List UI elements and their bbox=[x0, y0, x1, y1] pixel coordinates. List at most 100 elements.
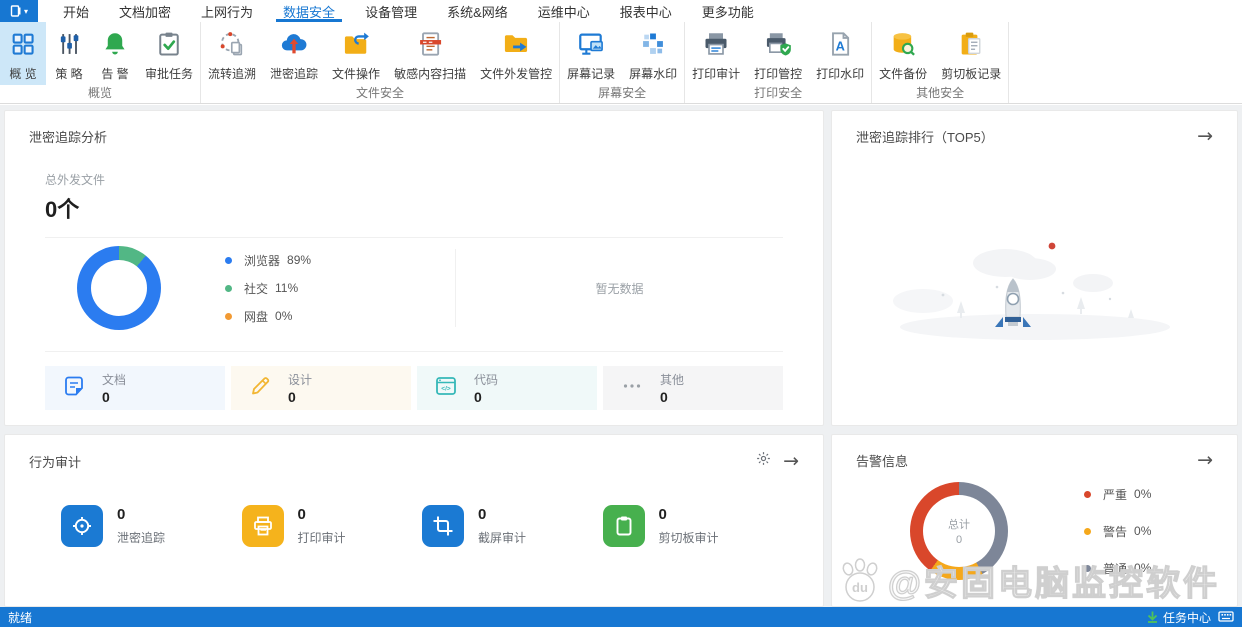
card-value: 0 bbox=[660, 389, 668, 405]
ribbon-button-file-backup[interactable]: 文件备份 bbox=[872, 22, 934, 85]
code-window-icon: </> bbox=[434, 374, 458, 403]
card-code[interactable]: </> 代码 0 bbox=[417, 366, 597, 410]
ribbon-button-print-watermark[interactable]: A 打印水印 bbox=[809, 22, 871, 85]
legend-item: 普通 0% bbox=[1084, 560, 1151, 577]
panel-title: 告警信息 bbox=[856, 454, 909, 469]
legend-dot bbox=[1084, 527, 1091, 535]
tab-start[interactable]: 开始 bbox=[48, 0, 104, 22]
ribbon-button-screen-watermark[interactable]: 屏幕水印 bbox=[622, 22, 684, 85]
legend-pct: 0% bbox=[1134, 524, 1152, 538]
design-pencil-icon bbox=[248, 374, 272, 403]
empty-data-text: 暂无数据 bbox=[595, 281, 644, 296]
ribbon-button-alert[interactable]: 告 警 bbox=[92, 22, 138, 85]
audit-label: 截屏审计 bbox=[478, 531, 527, 545]
audit-item-print-audit[interactable]: 0 打印审计 bbox=[241, 505, 423, 547]
ribbon-button-label: 策 略 bbox=[55, 67, 83, 81]
legend-item: 浏览器 89% bbox=[225, 252, 385, 269]
card-design[interactable]: 设计 0 bbox=[231, 366, 411, 410]
panel-leak-analysis: 泄密追踪分析 总外发文件 0个 浏览器 89% 社交 11% 网盘 0% 暂无数据 bbox=[4, 110, 824, 426]
audit-items: 0 泄密追踪 0 打印审计 0 截屏审计 0 剪切板审计 bbox=[61, 505, 783, 547]
ribbon-button-overview[interactable]: 概 览 bbox=[0, 22, 46, 85]
task-center-button[interactable]: 任务中心 bbox=[1147, 609, 1211, 626]
ribbon-button-label: 屏幕水印 bbox=[629, 67, 678, 81]
status-bar: 就绪 任务中心 bbox=[0, 607, 1242, 627]
task-center-label: 任务中心 bbox=[1162, 610, 1211, 625]
card-value: 0 bbox=[102, 389, 110, 405]
arrow-right-icon[interactable]: → bbox=[1197, 127, 1213, 146]
arrow-right-icon[interactable]: → bbox=[783, 451, 799, 471]
ribbon-button-print-audit[interactable]: 打印审计 bbox=[685, 22, 747, 85]
tab-doc-encrypt[interactable]: 文档加密 bbox=[104, 0, 186, 22]
tab-data-security[interactable]: 数据安全 bbox=[268, 0, 350, 22]
tab-web-behavior[interactable]: 上网行为 bbox=[186, 0, 268, 22]
legend-label: 社交 bbox=[244, 281, 269, 296]
legend-label: 网盘 bbox=[244, 309, 269, 324]
ribbon-button-screen-record[interactable]: 屏幕记录 bbox=[560, 22, 622, 85]
legend-dot bbox=[225, 284, 232, 292]
menu-bar: ▾ 开始 文档加密 上网行为 数据安全 设备管理 系统&网络 运维中心 报表中心… bbox=[0, 0, 1242, 22]
ribbon-group-label: 概览 bbox=[88, 86, 113, 100]
legend-pct: 0% bbox=[275, 309, 293, 323]
arrow-right-icon[interactable]: → bbox=[1197, 451, 1213, 470]
ribbon-button-label: 屏幕记录 bbox=[567, 67, 616, 81]
legend-pct: 0% bbox=[1134, 561, 1152, 575]
crop-icon bbox=[422, 505, 464, 547]
legend-item: 严重 0% bbox=[1084, 486, 1151, 503]
menu-tabs: 开始 文档加密 上网行为 数据安全 设备管理 系统&网络 运维中心 报表中心 更… bbox=[48, 0, 769, 22]
card-other[interactable]: 其他 0 bbox=[603, 366, 783, 410]
audit-item-screenshot-audit[interactable]: 0 截屏审计 bbox=[422, 505, 603, 547]
card-label: 文档 bbox=[102, 373, 127, 387]
panel-leak-rank: 泄密追踪排行（TOP5） → bbox=[831, 110, 1238, 426]
tab-more-functions[interactable]: 更多功能 bbox=[687, 0, 769, 22]
ribbon-button-label: 敏感内容扫描 bbox=[394, 67, 467, 81]
flow-trace-icon bbox=[217, 29, 247, 59]
donut-center-label: 总计 0 bbox=[948, 519, 970, 546]
document-note-icon bbox=[62, 374, 86, 403]
legend-pct: 0% bbox=[1134, 487, 1152, 501]
ribbon-button-file-outgoing[interactable]: 文件外发管控 bbox=[473, 22, 559, 85]
ribbon-spacer bbox=[1009, 22, 1242, 103]
panel-title: 行为审计 bbox=[29, 454, 82, 470]
clipboard-record-icon bbox=[956, 29, 986, 59]
ribbon-button-leak-trace[interactable]: 泄密追踪 bbox=[263, 22, 325, 85]
file-outgoing-folder-icon bbox=[501, 29, 531, 59]
ribbon-button-label: 打印水印 bbox=[816, 67, 865, 81]
tab-system-network[interactable]: 系统&网络 bbox=[432, 0, 523, 22]
tab-report-center[interactable]: 报表中心 bbox=[605, 0, 687, 22]
ribbon-button-flow-trace[interactable]: 流转追溯 bbox=[201, 22, 263, 85]
ribbon-button-sensitive-scan[interactable]: 敏感内容扫描 bbox=[387, 22, 473, 85]
ribbon-group-label: 文件安全 bbox=[356, 86, 405, 100]
legend-dot bbox=[225, 256, 232, 264]
ellipsis-icon bbox=[620, 374, 644, 403]
ribbon-button-clipboard-record[interactable]: 剪切板记录 bbox=[934, 22, 1008, 85]
print-control-icon bbox=[763, 29, 793, 59]
printer-icon bbox=[241, 505, 284, 547]
legend-pct: 89% bbox=[287, 253, 312, 267]
ribbon-button-file-operation[interactable]: 文件操作 bbox=[325, 22, 387, 85]
red-planet-dot bbox=[1048, 242, 1055, 250]
ribbon-button-print-control[interactable]: 打印管控 bbox=[747, 22, 809, 85]
card-document[interactable]: 文档 0 bbox=[45, 366, 225, 410]
panel-alerts: 告警信息 → 总计 0 严重 0% 警告 0% 普通 0% bbox=[831, 434, 1238, 607]
legend-item: 警告 0% bbox=[1084, 523, 1151, 540]
approval-clipboard-icon bbox=[154, 29, 184, 59]
app-menu-button[interactable]: ▾ bbox=[0, 0, 38, 22]
tab-device-mgmt[interactable]: 设备管理 bbox=[350, 0, 432, 22]
legend-label: 浏览器 bbox=[244, 253, 281, 268]
ribbon-group-file-security: 流转追溯 泄密追踪 文件操作 敏感内容扫描 文件外发管控 文件安全 bbox=[201, 22, 561, 103]
keyboard-icon[interactable] bbox=[1218, 611, 1234, 623]
tab-ops-center[interactable]: 运维中心 bbox=[523, 0, 605, 22]
alerts-donut-chart: 总计 0 bbox=[910, 482, 1008, 580]
screen-watermark-icon bbox=[638, 29, 668, 59]
ribbon-button-policy[interactable]: 策 略 bbox=[46, 22, 92, 85]
ribbon-group-other-security: 文件备份 剪切板记录 其他安全 bbox=[872, 22, 1010, 103]
audit-item-clipboard-audit[interactable]: 0 剪切板审计 bbox=[602, 505, 784, 547]
status-text: 就绪 bbox=[8, 610, 33, 625]
dashboard-content: 泄密追踪分析 总外发文件 0个 浏览器 89% 社交 11% 网盘 0% 暂无数据 bbox=[0, 105, 1242, 607]
audit-item-leak-trace[interactable]: 0 泄密追踪 bbox=[61, 505, 242, 547]
legend-label: 严重 bbox=[1103, 487, 1128, 502]
ribbon-button-label: 概 览 bbox=[9, 67, 37, 81]
ribbon-button-approval-tasks[interactable]: 审批任务 bbox=[138, 22, 200, 85]
gear-icon[interactable] bbox=[756, 451, 771, 471]
screen-record-icon bbox=[576, 29, 606, 59]
